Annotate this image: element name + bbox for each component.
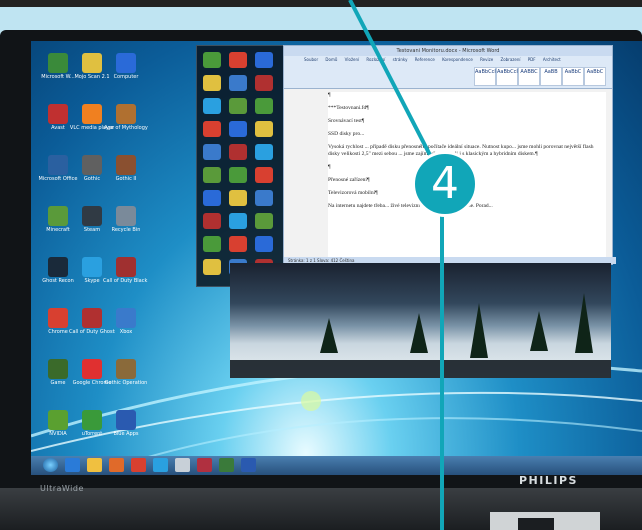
monitor: Microsoft W... Mojo Scan 2.1 Computer Avast… <box>0 0 642 530</box>
callout-line <box>348 0 444 530</box>
callout-badge: 4 <box>412 151 478 217</box>
